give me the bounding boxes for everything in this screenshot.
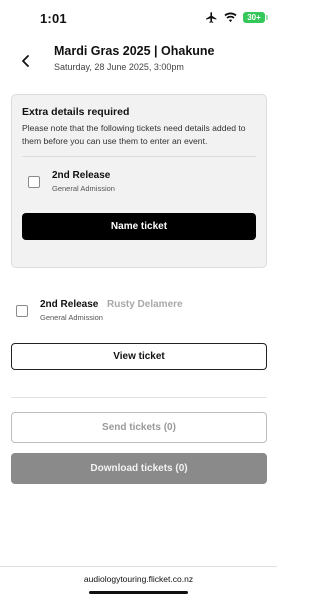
battery-icon: 30+ <box>243 12 268 23</box>
event-header: Mardi Gras 2025 | Ohakune Saturday, 28 J… <box>0 34 277 88</box>
url-label[interactable]: audiologytouring.flicket.co.nz <box>0 574 277 584</box>
ticket-type: General Admission <box>40 313 103 322</box>
divider <box>22 156 256 157</box>
extra-details-title: Extra details required <box>22 106 130 118</box>
name-ticket-button[interactable]: Name ticket <box>22 213 256 240</box>
status-time: 1:01 <box>40 11 67 26</box>
ticket-holder-name: Rusty Delamere <box>107 299 183 310</box>
ticket-checkbox[interactable] <box>16 305 28 317</box>
home-indicator[interactable] <box>89 591 188 594</box>
divider <box>0 566 277 567</box>
unnamed-ticket-checkbox[interactable] <box>28 176 40 188</box>
ticket-name: 2nd Release <box>40 299 99 310</box>
airplane-icon <box>205 11 218 24</box>
chevron-left-icon <box>22 55 29 67</box>
status-bar: 1:01 30+ <box>0 0 277 34</box>
extra-details-description: Please note that the following tickets n… <box>22 123 246 146</box>
ticket-screen: 1:01 30+ Mardi Gras 2025 | Ohakune Satur… <box>0 0 277 600</box>
send-tickets-button[interactable]: Send tickets (0) <box>11 412 267 443</box>
back-button[interactable] <box>17 52 35 70</box>
download-tickets-button[interactable]: Download tickets (0) <box>11 453 267 484</box>
view-ticket-button[interactable]: View ticket <box>11 343 267 370</box>
extra-details-card: Extra details required Please note that … <box>11 94 267 268</box>
status-icons: 30+ <box>205 11 268 24</box>
event-date: Saturday, 28 June 2025, 3:00pm <box>54 62 184 72</box>
divider <box>11 397 267 398</box>
event-title: Mardi Gras 2025 | Ohakune <box>54 44 215 58</box>
unnamed-ticket-name: 2nd Release <box>52 170 111 181</box>
wifi-icon <box>224 12 237 23</box>
unnamed-ticket-type: General Admission <box>52 184 115 193</box>
